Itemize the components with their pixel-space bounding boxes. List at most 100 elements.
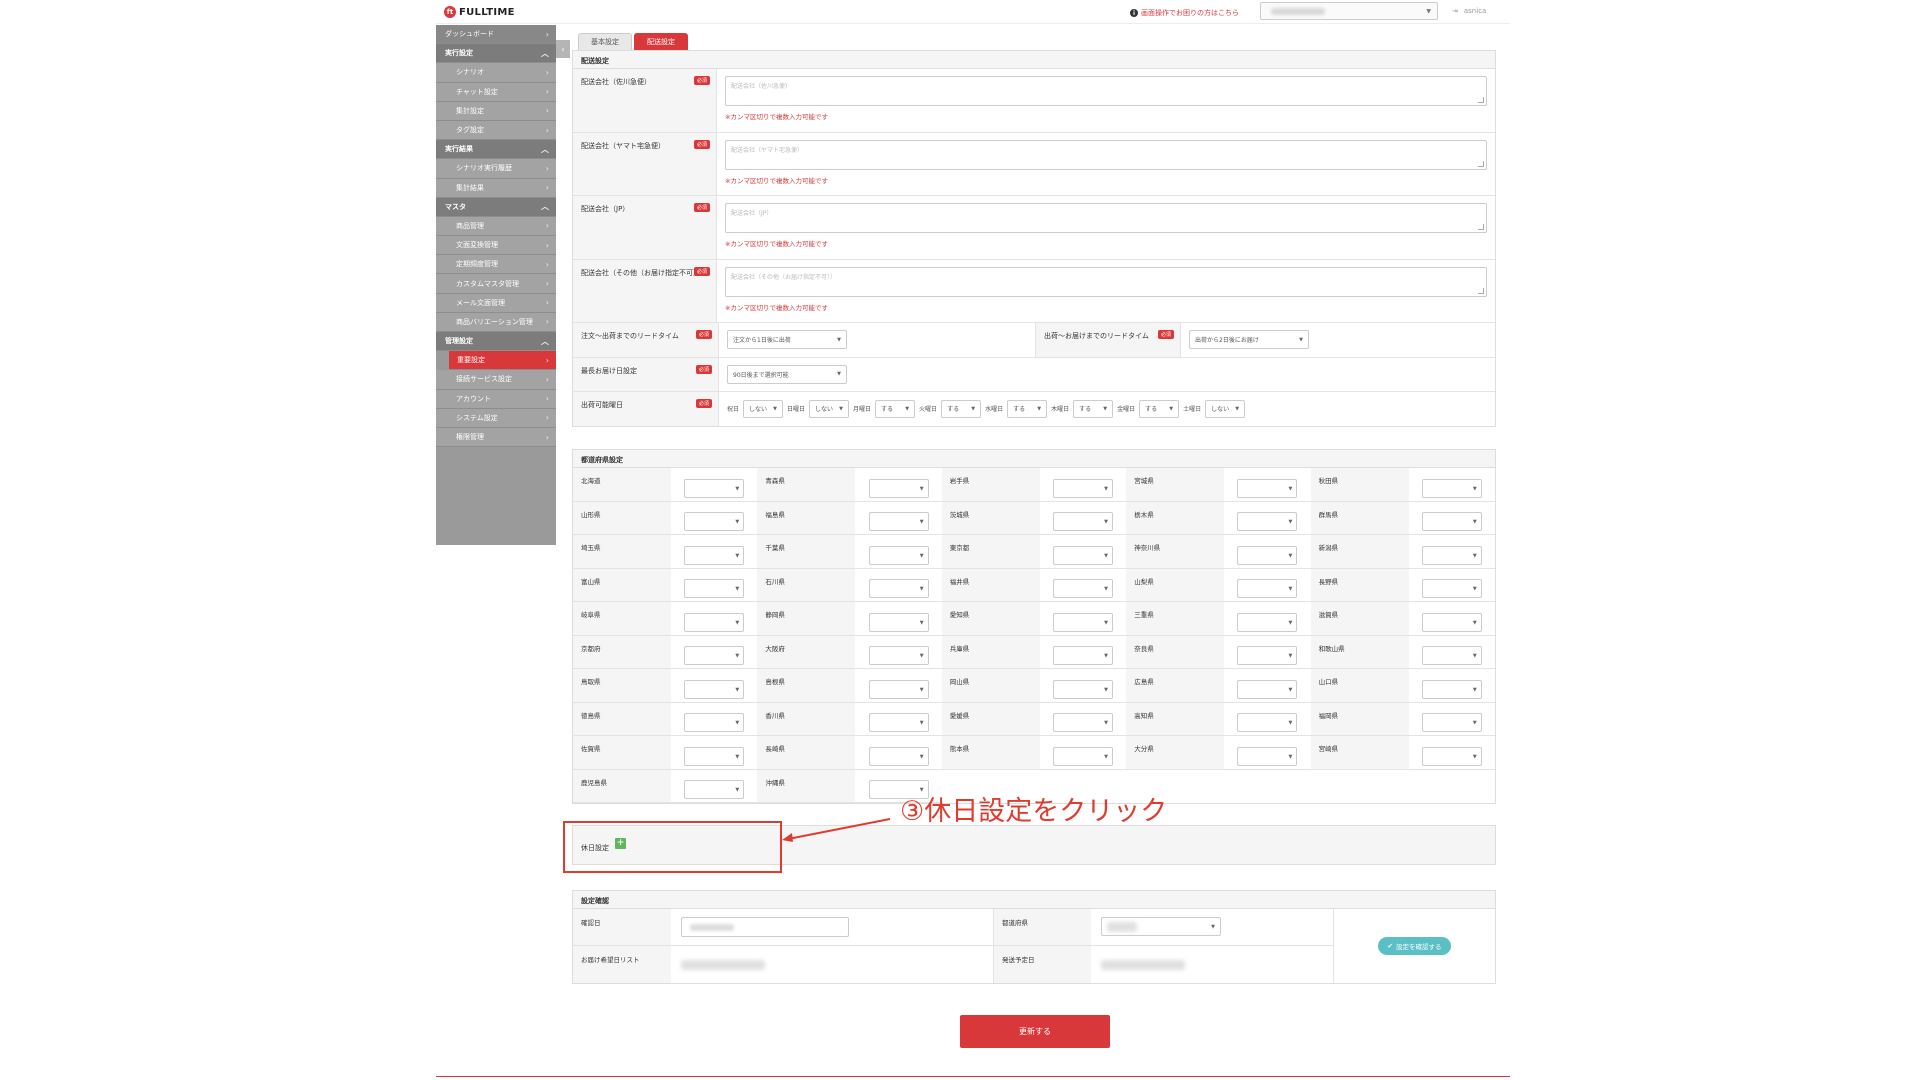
prefecture-select[interactable]: ▼ — [868, 545, 929, 565]
prefecture-select[interactable]: ▼ — [1237, 746, 1298, 766]
prefecture-select[interactable]: ▼ — [684, 579, 745, 599]
prefecture-select[interactable]: ▼ — [1421, 579, 1482, 599]
prefecture-select[interactable]: ▼ — [868, 579, 929, 599]
sidebar-item-9[interactable]: マスタ ︿ — [436, 197, 556, 217]
prefecture-select[interactable]: ▼ — [868, 612, 929, 632]
carrier-textarea[interactable]: 配送会社（ヤマト宅急便） — [725, 139, 1487, 170]
lead-delivery-select[interactable]: 出荷から2日後にお届け ▼ — [1189, 330, 1309, 349]
sidebar-item-17[interactable]: 重要設定 › — [449, 351, 556, 371]
carrier-hint: ※カンマ区切りで複数入力可能です — [725, 113, 828, 121]
sidebar-item-3[interactable]: チャット設定 › — [436, 82, 556, 102]
sidebar-item-21[interactable]: 権限管理 › — [436, 427, 556, 448]
sidebar-item-6[interactable]: 実行結果 ︿ — [436, 140, 556, 160]
prefecture-select[interactable]: ▼ — [1052, 545, 1113, 565]
prefecture-select[interactable]: ▼ — [1237, 646, 1298, 666]
sidebar-item-13[interactable]: カスタムマスタ管理 › — [436, 274, 556, 294]
prefecture-select[interactable]: ▼ — [1237, 713, 1298, 733]
prefecture-select[interactable]: ▼ — [1421, 512, 1482, 532]
prefecture-select[interactable]: ▼ — [868, 746, 929, 766]
prefecture-select[interactable]: ▼ — [1052, 512, 1113, 532]
chevron-right-icon: › — [545, 106, 549, 116]
sidebar-item-7[interactable]: シナリオ実行履歴 › — [436, 159, 556, 179]
prefecture-select[interactable]: ▼ — [684, 679, 745, 699]
prefecture-select[interactable]: ▼ — [1052, 713, 1113, 733]
weekday-select[interactable]: しない ▼ — [743, 399, 784, 418]
carrier-textarea[interactable]: 配送会社（JP） — [725, 203, 1487, 233]
prefecture-select[interactable]: ▼ — [868, 646, 929, 666]
help-link[interactable]: i 画面操作でお困りの方はこちら — [1130, 8, 1239, 18]
prefecture-select[interactable]: ▼ — [1237, 512, 1298, 532]
sidebar-item-8[interactable]: 集計結果 › — [436, 178, 556, 198]
weekday-select[interactable]: しない ▼ — [1205, 399, 1246, 418]
carrier-textarea[interactable]: 配送会社（その他（お届け指定不可）） — [725, 266, 1487, 297]
sidebar-collapse-button[interactable]: ‹ — [556, 40, 570, 58]
weekday-select[interactable]: する ▼ — [1007, 399, 1048, 418]
confirm-settings-button[interactable]: ✔ 設定を確認する — [1377, 937, 1452, 955]
prefecture-select[interactable]: ▼ — [868, 679, 929, 699]
sidebar-item-5[interactable]: タグ設定 › — [436, 120, 556, 141]
logo[interactable]: ft FULLTIME — [444, 6, 515, 18]
prefecture-select[interactable]: ▼ — [868, 713, 929, 733]
prefecture-select[interactable]: ▼ — [1052, 478, 1113, 498]
prefecture-select[interactable]: ▼ — [1237, 679, 1298, 699]
prefecture-select[interactable]: ▼ — [1421, 746, 1482, 766]
prefecture-select[interactable]: ▼ — [868, 478, 929, 498]
account-select[interactable]: ▼ — [1260, 2, 1438, 20]
weekday-select[interactable]: する ▼ — [875, 399, 916, 418]
sidebar-item-1[interactable]: 実行設定 ︿ — [436, 44, 556, 64]
sidebar-item-11[interactable]: 文面変換管理 › — [436, 236, 556, 256]
prefecture-select[interactable]: ▼ — [1052, 646, 1113, 666]
prefecture-select[interactable]: ▼ — [1421, 478, 1482, 498]
latest-delivery-select[interactable]: 90日後まで選択可能 ▼ — [727, 364, 847, 384]
prefecture-select[interactable]: ▼ — [1237, 478, 1298, 498]
prefecture-cell: 宮崎県 ▼ — [1310, 736, 1495, 770]
sidebar-item-2[interactable]: シナリオ › — [436, 63, 556, 83]
prefecture-select[interactable]: ▼ — [1421, 713, 1482, 733]
sidebar-item-19[interactable]: アカウント › — [436, 389, 556, 409]
update-button[interactable]: 更新する — [960, 1015, 1110, 1048]
weekday-select[interactable]: する ▼ — [941, 399, 982, 418]
tab-basic-settings[interactable]: 基本設定 — [578, 33, 632, 50]
weekday-select[interactable]: する ▼ — [1139, 399, 1180, 418]
prefecture-select[interactable]: ▼ — [684, 746, 745, 766]
base-date-input[interactable] — [681, 917, 849, 937]
prefecture-select[interactable]: ▼ — [684, 545, 745, 565]
carrier-textarea[interactable]: 配送会社（佐川急便） — [725, 76, 1487, 106]
weekday-select[interactable]: しない ▼ — [809, 399, 850, 418]
lead-order-select[interactable]: 注文から1日後に出荷 ▼ — [727, 330, 847, 349]
sidebar-item-0[interactable]: ダッシュボード › — [436, 25, 556, 45]
prefecture-select[interactable]: ▼ — [1101, 917, 1221, 936]
logout-link[interactable]: ⇥ asnica — [1452, 7, 1486, 15]
sidebar-item-12[interactable]: 定期頻度管理 › — [436, 255, 556, 275]
tab-delivery-settings[interactable]: 配送設定 — [634, 33, 688, 50]
prefecture-select[interactable]: ▼ — [1052, 679, 1113, 699]
prefecture-select[interactable]: ▼ — [1052, 746, 1113, 766]
sidebar-item-20[interactable]: システム設定 › — [436, 408, 556, 428]
prefecture-select[interactable]: ▼ — [684, 780, 745, 800]
lead-time-row: 注文〜出荷までのリードタイム 必須 注文から1日後に出荷 ▼ 出荷〜お届けまでのリ… — [573, 322, 1495, 358]
sidebar-item-14[interactable]: メール文面管理 › — [436, 293, 556, 313]
prefecture-select[interactable]: ▼ — [1052, 579, 1113, 599]
prefecture-select[interactable]: ▼ — [1237, 612, 1298, 632]
prefecture-select[interactable]: ▼ — [684, 713, 745, 733]
prefecture-select[interactable]: ▼ — [684, 612, 745, 632]
carrier-label: 配送会社（その他（お届け指定不可）） 必須 — [573, 259, 717, 322]
prefecture-select[interactable]: ▼ — [1421, 679, 1482, 699]
sidebar-item-10[interactable]: 商品管理 › — [436, 216, 556, 237]
sidebar-item-18[interactable]: 接続サービス設定 › — [436, 370, 556, 390]
prefecture-select[interactable]: ▼ — [684, 512, 745, 532]
chevron-up-icon: ︿ — [541, 48, 549, 58]
prefecture-select[interactable]: ▼ — [1237, 579, 1298, 599]
prefecture-select[interactable]: ▼ — [1421, 612, 1482, 632]
prefecture-select[interactable]: ▼ — [1421, 545, 1482, 565]
sidebar-item-16[interactable]: 管理設定 ︿ — [436, 332, 556, 352]
weekday-select[interactable]: する ▼ — [1073, 399, 1114, 418]
prefecture-select[interactable]: ▼ — [684, 646, 745, 666]
prefecture-select[interactable]: ▼ — [1052, 612, 1113, 632]
sidebar-item-15[interactable]: 商品バリエーション管理 › — [436, 312, 556, 332]
prefecture-select[interactable]: ▼ — [868, 512, 929, 532]
prefecture-select[interactable]: ▼ — [1237, 545, 1298, 565]
prefecture-select[interactable]: ▼ — [684, 478, 745, 498]
sidebar-item-4[interactable]: 集計設定 › — [436, 101, 556, 121]
prefecture-select[interactable]: ▼ — [1421, 646, 1482, 666]
